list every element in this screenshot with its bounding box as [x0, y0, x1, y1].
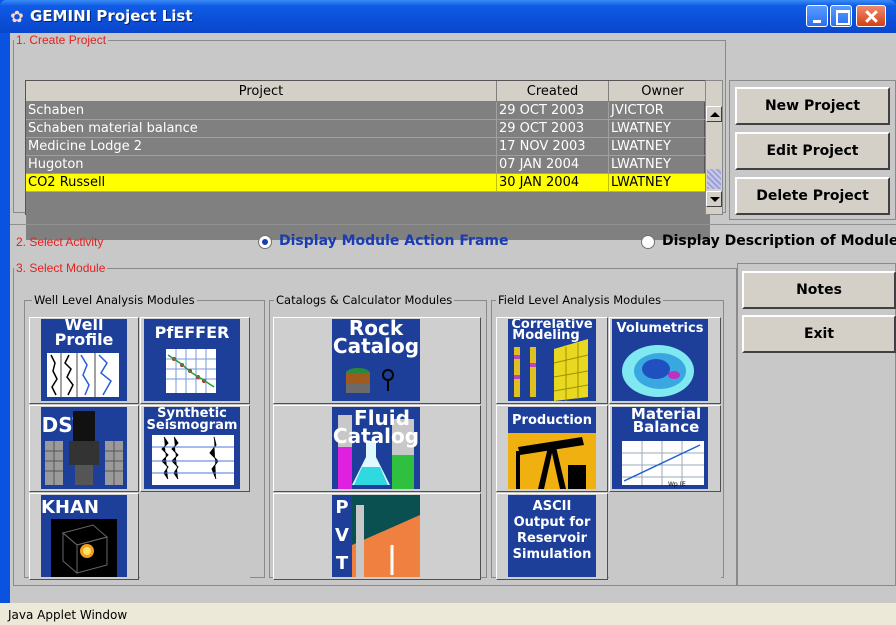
cell-project: Schaben material balance — [26, 120, 497, 138]
volumetrics-map-graphic — [622, 345, 694, 397]
cell-project: CO2 Russell — [26, 174, 497, 192]
fluid-catalog-icon: Fluid Catalog — [332, 407, 420, 489]
radio-display-description[interactable] — [641, 235, 655, 249]
cell-created: 29 OCT 2003 — [497, 120, 609, 138]
table-row[interactable]: Medicine Lodge 2 17 NOV 2003 LWATNEY — [26, 138, 710, 156]
scroll-thumb[interactable] — [707, 169, 721, 189]
section-create-project-title: 1. Create Project — [14, 33, 109, 47]
module-pfeffer[interactable]: PfEFFER — [140, 317, 250, 404]
cell-owner: LWATNEY — [609, 138, 710, 156]
cell-created: 29 OCT 2003 — [497, 102, 609, 120]
pump-jack-graphic — [508, 433, 596, 489]
divider — [10, 224, 896, 225]
module-volumetrics[interactable]: Volumetrics — [609, 317, 721, 404]
notes-button[interactable]: Notes — [742, 271, 896, 309]
radio-label-description[interactable]: Display Description of Module — [662, 233, 896, 249]
cell-created: 17 NOV 2003 — [497, 138, 609, 156]
side-buttons-frame — [737, 263, 896, 586]
module-fluid-catalog[interactable]: Fluid Catalog — [273, 405, 481, 492]
group-title-well: Well Level Analysis Modules — [32, 293, 197, 307]
seismogram-icon: Synthetic Seismogram — [144, 407, 240, 489]
material-balance-graph — [622, 441, 704, 485]
radio-display-module-action[interactable] — [258, 235, 272, 249]
cell-owner: JVICTOR — [609, 102, 710, 120]
cell-project: Hugoton — [26, 156, 497, 174]
empty-module-slot — [609, 493, 721, 580]
dst-graphic — [45, 411, 123, 485]
scroll-up-button[interactable] — [706, 106, 722, 122]
icon-text: Catalog — [332, 424, 420, 448]
correlative-graphic — [514, 339, 589, 401]
module-pvt[interactable]: P V T — [273, 493, 481, 580]
module-rock-catalog[interactable]: Rock Catalog — [273, 317, 481, 404]
icon-text: Reservoir — [516, 531, 588, 546]
table-row[interactable]: Schaben 29 OCT 2003 JVICTOR — [26, 102, 710, 120]
project-buttons-frame — [729, 80, 896, 220]
title-bar[interactable]: ✿ GEMINI Project List — [0, 0, 896, 33]
material-balance-icon: Material Balance Wp (E — [612, 407, 708, 489]
well-log-graphic — [47, 353, 119, 397]
table-row[interactable]: Hugoton 07 JAN 2004 LWATNEY — [26, 156, 710, 174]
icon-text: P — [335, 497, 349, 518]
column-header-project[interactable]: Project — [26, 81, 497, 102]
cell-owner: LWATNEY — [609, 174, 710, 192]
well-profile-icon: Well Profile — [41, 319, 127, 401]
pvt-icon: P V T — [332, 495, 420, 577]
maximize-button[interactable] — [830, 5, 852, 27]
production-icon: Production — [508, 407, 596, 489]
group-title-field: Field Level Analysis Modules — [496, 293, 664, 307]
close-button[interactable] — [856, 5, 886, 27]
correlative-icon: Correlative Modeling — [508, 319, 596, 401]
table-row[interactable]: Schaben material balance 29 OCT 2003 LWA… — [26, 120, 710, 138]
graph-axis-label: Wp (E — [668, 481, 686, 488]
cell-project: Medicine Lodge 2 — [26, 138, 497, 156]
khan-icon: KHAN — [41, 495, 127, 577]
cell-created: 07 JAN 2004 — [497, 156, 609, 174]
module-well-profile[interactable]: Well Profile — [29, 317, 139, 404]
section-select-module-title: 3. Select Module — [14, 261, 108, 275]
column-header-created[interactable]: Created — [497, 81, 609, 102]
cell-owner: LWATNEY — [609, 156, 710, 174]
cell-project: Schaben — [26, 102, 497, 120]
arrow-down-icon — [710, 197, 720, 202]
exit-button[interactable]: Exit — [742, 315, 896, 353]
icon-text: Simulation — [512, 547, 592, 562]
icon-text: Output for — [513, 515, 591, 530]
icon-text: ASCII — [532, 499, 572, 514]
scroll-down-button[interactable] — [706, 191, 722, 207]
table-scrollbar[interactable] — [705, 80, 723, 215]
minimize-button[interactable] — [806, 5, 828, 27]
window-title: GEMINI Project List — [30, 7, 193, 25]
group-title-catalogs: Catalogs & Calculator Modules — [274, 293, 455, 307]
icon-text: V — [335, 525, 349, 546]
module-material-balance[interactable]: Material Balance Wp (E — [609, 405, 721, 492]
module-khan[interactable]: KHAN — [29, 493, 139, 580]
radio-label-module-action[interactable]: Display Module Action Frame — [279, 233, 508, 249]
section-select-activity-title: 2. Select Activity — [16, 235, 104, 249]
pfeffer-graphic — [166, 349, 216, 393]
dst-icon: DST — [41, 407, 127, 489]
module-correlative-modeling[interactable]: Correlative Modeling — [496, 317, 608, 404]
rock-catalog-icon: Rock Catalog — [332, 319, 420, 401]
module-synthetic-seismogram[interactable]: Synthetic Seismogram — [140, 405, 250, 492]
module-dst[interactable]: DST — [29, 405, 139, 492]
module-production[interactable]: Production — [496, 405, 608, 492]
table-row-selected[interactable]: CO2 Russell 30 JAN 2004 LWATNEY — [26, 174, 710, 192]
icon-text: T — [335, 553, 349, 574]
volumetrics-icon: Volumetrics — [612, 319, 708, 401]
seismogram-graphic — [152, 435, 234, 485]
empty-module-slot — [140, 493, 250, 580]
column-header-owner[interactable]: Owner — [609, 81, 717, 102]
ascii-output-icon: ASCII Output for Reservoir Simulation — [508, 495, 596, 577]
rock-sample-graphic — [346, 368, 394, 393]
app-icon: ✿ — [10, 7, 24, 26]
arrow-up-icon — [710, 112, 720, 117]
applet-status-text: Java Applet Window — [8, 608, 128, 622]
module-ascii-output[interactable]: ASCII Output for Reservoir Simulation — [496, 493, 608, 580]
cell-owner: LWATNEY — [609, 120, 710, 138]
pfeffer-icon: PfEFFER — [144, 319, 240, 401]
khan-cube-graphic — [51, 519, 117, 577]
cell-created: 30 JAN 2004 — [497, 174, 609, 192]
project-table[interactable]: Project Created Owner Schaben 29 OCT 200… — [25, 80, 717, 240]
